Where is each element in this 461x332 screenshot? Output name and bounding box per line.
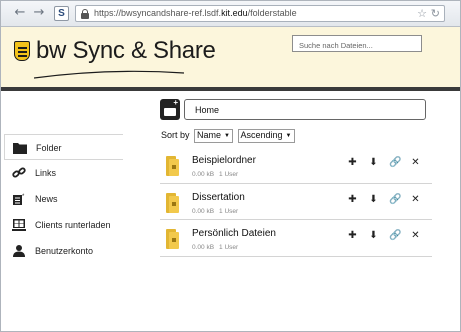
sidebar-item-links[interactable]: Links [4, 160, 123, 186]
sidebar-item-label: News [35, 194, 58, 204]
sidebar-item-account[interactable]: Benutzerkonto [4, 238, 123, 264]
path-breadcrumb[interactable]: Home [184, 99, 426, 120]
sidebar-item-label: Benutzerkonto [35, 246, 94, 256]
sidebar: Folder Links * News Clients runterladen … [4, 134, 123, 264]
folder-row[interactable]: Persönlich Dateien 0.00 kB 1 User ✚ ⬇ 🔗 ✕ [160, 220, 432, 257]
delete-icon[interactable]: ✕ [410, 157, 421, 169]
folder-name[interactable]: Beispielordner [192, 155, 256, 166]
sidebar-item-label: Links [35, 168, 57, 178]
caret-down-icon: ▼ [224, 133, 230, 139]
header-divider [1, 87, 460, 91]
back-icon[interactable]: ← [13, 6, 27, 20]
sort-field-select[interactable]: Name ▼ [194, 129, 233, 143]
brand-swoosh [34, 70, 184, 79]
link-icon[interactable]: 🔗 [389, 157, 401, 169]
sidebar-item-folder[interactable]: Folder [4, 134, 123, 160]
delete-icon[interactable]: ✕ [410, 230, 421, 242]
sidebar-item-clients[interactable]: Clients runterladen [4, 212, 123, 238]
download-icon[interactable]: ⬇ [368, 194, 379, 206]
site-header: bw Sync & Share [1, 27, 460, 87]
address-bar[interactable]: https://bwsyncandshare-ref.lsdf.kit.edu/… [75, 5, 445, 22]
sidebar-item-label: Clients runterladen [35, 220, 111, 230]
link-icon [12, 167, 26, 178]
browser-toolbar: ← → S https://bwsyncandshare-ref.lsdf.ki… [1, 1, 460, 27]
folder-meta: 0.00 kB 1 User [192, 171, 239, 178]
folder-icon [164, 108, 176, 116]
forward-icon[interactable]: → [32, 6, 46, 20]
sidebar-item-label: Folder [36, 143, 62, 153]
s-button[interactable]: S [54, 6, 69, 21]
shared-folder-icon [164, 192, 180, 213]
add-user-icon[interactable]: ✚ [347, 194, 358, 206]
download-icon[interactable]: ⬇ [368, 157, 379, 169]
sort-label: Sort by [161, 130, 190, 140]
delete-icon[interactable]: ✕ [410, 194, 421, 206]
add-user-icon[interactable]: ✚ [347, 157, 358, 169]
sort-controls: Sort by Name ▼ Ascending ▼ [161, 129, 295, 143]
shared-folder-icon [164, 229, 180, 249]
clients-icon [12, 219, 26, 231]
folder-icon [13, 143, 27, 154]
plus-icon: + [173, 98, 178, 107]
shared-folder-icon [164, 156, 180, 176]
user-icon [13, 245, 25, 257]
brand-title[interactable]: bw Sync & Share [36, 37, 216, 65]
news-icon: * [13, 194, 25, 205]
folder-meta: 0.00 kB 1 User [192, 207, 239, 215]
link-icon[interactable]: 🔗 [389, 194, 401, 206]
browser-window: ← → S https://bwsyncandshare-ref.lsdf.ki… [0, 0, 461, 332]
reload-icon[interactable]: ↻ [431, 7, 440, 20]
sort-order-select[interactable]: Ascending ▼ [237, 129, 295, 143]
folder-list: Beispielordner 0.00 kB 1 User ✚ ⬇ 🔗 ✕ Dis… [160, 147, 432, 257]
url-text: https://bwsyncandshare-ref.lsdf.kit.edu/… [94, 8, 297, 18]
crest-logo-icon [14, 41, 30, 61]
folder-row[interactable]: Dissertation 0.00 kB 1 User ✚ ⬇ 🔗 ✕ [160, 184, 432, 220]
new-folder-button[interactable]: + [160, 99, 180, 120]
svg-text:*: * [22, 194, 25, 200]
folder-row[interactable]: Beispielordner 0.00 kB 1 User ✚ ⬇ 🔗 ✕ [160, 147, 432, 184]
folder-name[interactable]: Dissertation [192, 192, 245, 203]
folder-name[interactable]: Persönlich Dateien [192, 228, 276, 239]
add-user-icon[interactable]: ✚ [347, 230, 358, 242]
download-icon[interactable]: ⬇ [368, 230, 379, 242]
folder-meta: 0.00 kB 1 User [192, 244, 239, 251]
caret-down-icon: ▼ [285, 133, 292, 139]
link-icon[interactable]: 🔗 [389, 230, 401, 242]
bookmark-star-icon[interactable]: ☆ [417, 7, 427, 20]
lock-icon [81, 9, 89, 19]
search-input[interactable] [292, 35, 422, 52]
sidebar-item-news[interactable]: * News [4, 186, 123, 212]
